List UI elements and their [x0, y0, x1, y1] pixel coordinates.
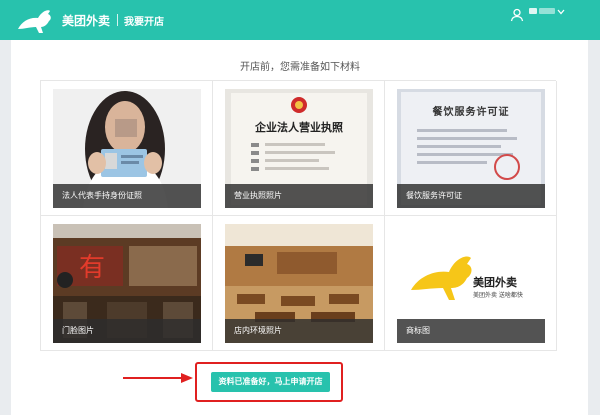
permit-title: 餐饮服务许可证	[432, 107, 510, 118]
svg-text:有: 有	[79, 253, 105, 283]
material-trademark: 美团外卖 美团外卖 送啥都快 商标图	[385, 216, 557, 351]
material-interior: 店内环境照片	[213, 216, 385, 351]
catering-permit-photo: 餐饮服务许可证 餐饮服务许可证	[397, 89, 545, 208]
user-name-masked[interactable]	[529, 8, 555, 16]
material-label: 门脸图片	[53, 319, 201, 343]
apply-open-store-button[interactable]: 资料已准备好，马上申请开店	[211, 372, 330, 392]
material-business-license: 企业法人营业执照 营业执照照片	[213, 81, 385, 216]
page-subtitle: 我要开店	[124, 17, 164, 28]
trademark-image: 美团外卖 美团外卖 送啥都快 商标图	[397, 224, 545, 343]
user-icon[interactable]	[510, 8, 524, 22]
material-id-card: 法人代表手持身份证照	[41, 81, 213, 216]
business-license-photo: 企业法人营业执照 营业执照照片	[225, 89, 373, 208]
material-label: 店内环境照片	[225, 319, 373, 343]
material-label: 商标图	[397, 319, 545, 343]
trademark-brand: 美团外卖	[473, 276, 517, 289]
chevron-down-icon[interactable]	[557, 9, 565, 15]
material-label: 营业执照照片	[225, 184, 373, 208]
license-title: 企业法人营业执照	[255, 121, 343, 134]
material-storefront: 有 门脸图片	[41, 216, 213, 351]
materials-grid: 法人代表手持身份证照 企业法人营业执照 营业执照照片 餐饮服务许可证 餐饮服务许…	[40, 80, 557, 351]
material-label: 法人代表手持身份证照	[53, 184, 201, 208]
arrow-right-icon	[123, 373, 193, 383]
kangaroo-logo-icon[interactable]	[14, 3, 60, 35]
top-bar: 美团外卖 我要开店	[0, 0, 600, 40]
header-divider	[117, 14, 118, 26]
trademark-slogan: 美团外卖 送啥都快	[473, 292, 523, 299]
brand-name[interactable]: 美团外卖	[62, 12, 110, 29]
interior-photo: 店内环境照片	[225, 224, 373, 343]
id-card-photo: 法人代表手持身份证照	[53, 89, 201, 208]
material-catering-permit: 餐饮服务许可证 餐饮服务许可证	[385, 81, 557, 216]
page-heading: 开店前，您需准备如下材料	[240, 62, 360, 73]
storefront-photo: 有 门脸图片	[53, 224, 201, 343]
material-label: 餐饮服务许可证	[397, 184, 545, 208]
